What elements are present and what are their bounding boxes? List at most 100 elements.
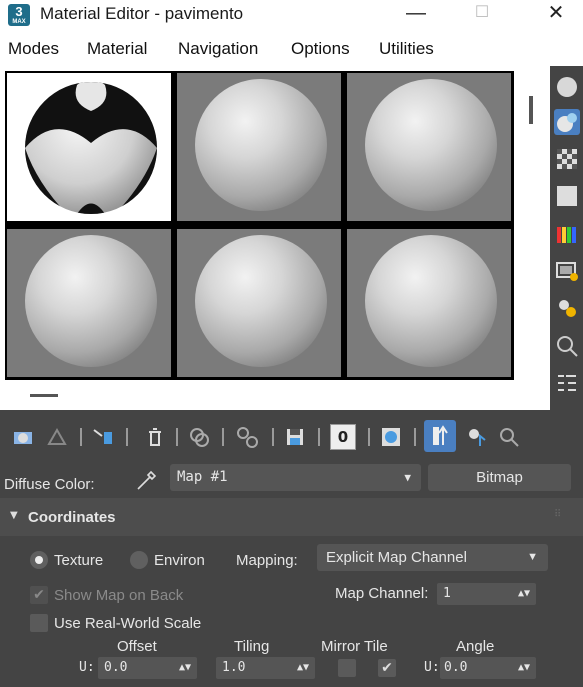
material-map-navigator-icon[interactable]	[554, 370, 580, 396]
sample-slot-6[interactable]	[347, 229, 511, 377]
u-angle-label: U:	[424, 660, 440, 675]
spinner-arrows-icon[interactable]: ▲▼	[179, 657, 191, 679]
sample-slot-4[interactable]	[7, 229, 171, 377]
vertical-scrollbar[interactable]	[518, 71, 544, 380]
video-color-check-icon[interactable]	[554, 221, 580, 247]
sphere-preview	[365, 79, 497, 211]
menu-modes[interactable]: Modes	[8, 39, 59, 59]
diffuse-map-dropdown[interactable]: Map #1 ▼	[170, 464, 421, 491]
go-forward-to-sibling-icon[interactable]	[498, 426, 519, 447]
sphere-preview	[365, 235, 497, 367]
scroll-thumb[interactable]	[30, 394, 58, 397]
tiling-header: Tiling	[234, 638, 270, 655]
material-toolbar: 0	[0, 410, 583, 464]
get-material-icon[interactable]	[12, 426, 32, 446]
menu-utilities[interactable]: Utilities	[379, 39, 434, 59]
environ-radio[interactable]	[130, 551, 148, 569]
environ-label: Environ	[154, 552, 205, 569]
toolbar-separator	[80, 428, 82, 446]
go-to-parent-icon[interactable]	[466, 426, 486, 446]
mapping-value: Explicit Map Channel	[326, 549, 467, 566]
scrollbar-corner	[519, 385, 543, 407]
sample-slot-5[interactable]	[177, 229, 341, 377]
sample-type-sphere-icon[interactable]	[554, 74, 580, 100]
angle-header: Angle	[456, 638, 495, 655]
put-material-to-scene-icon[interactable]	[46, 426, 67, 446]
menu-bar: Modes Material Navigation Options Utilit…	[0, 33, 583, 66]
make-preview-icon[interactable]	[554, 258, 580, 284]
minimize-button[interactable]: —	[393, 0, 439, 33]
u-tiling-spinner[interactable]: 1.0 ▲▼	[216, 657, 315, 679]
show-end-result-icon[interactable]	[424, 420, 456, 452]
toolbar-separator	[318, 428, 320, 446]
close-button[interactable]: ✕	[533, 0, 579, 33]
sample-slot-3[interactable]	[347, 73, 511, 221]
sphere-preview	[195, 79, 327, 211]
diffuse-map-value: Map #1	[177, 469, 228, 485]
map-channel-spinner[interactable]: 1 ▲▼	[437, 583, 536, 605]
mirror-tile-header: Mirror Tile	[321, 638, 388, 655]
side-toolbar	[550, 66, 583, 410]
u-tile-checkbox[interactable]: ✔	[378, 659, 396, 677]
make-material-copy-icon[interactable]	[188, 426, 209, 447]
checker-sphere-preview	[7, 73, 171, 221]
use-real-world-scale-label: Use Real-World Scale	[54, 615, 202, 632]
sphere-preview	[25, 235, 157, 367]
sample-slot-2[interactable]	[177, 73, 341, 221]
grip-icon: ⠿	[554, 509, 562, 520]
toolbar-separator	[176, 428, 178, 446]
put-to-library-icon[interactable]	[284, 426, 304, 446]
spinner-arrows-icon[interactable]: ▲▼	[518, 657, 530, 679]
sample-slot-1[interactable]	[7, 73, 171, 221]
delete-icon[interactable]	[144, 426, 164, 446]
make-unique-icon[interactable]	[236, 426, 258, 448]
offset-header: Offset	[117, 638, 157, 655]
collapse-arrow-icon: ▼	[10, 510, 18, 521]
spinner-arrows-icon[interactable]: ▲▼	[297, 657, 309, 679]
menu-material[interactable]: Material	[87, 39, 147, 59]
horizontal-scrollbar[interactable]	[5, 383, 514, 407]
menu-navigation[interactable]: Navigation	[178, 39, 258, 59]
show-map-on-back-checkbox[interactable]: ✔	[30, 586, 48, 604]
map-channel-label: Map Channel:	[335, 585, 429, 602]
backlight-icon[interactable]	[554, 109, 580, 135]
chevron-down-icon: ▼	[404, 471, 411, 484]
u-mirror-checkbox[interactable]	[338, 659, 356, 677]
window-title: Material Editor - pavimento	[40, 4, 244, 23]
menu-options[interactable]: Options	[291, 39, 350, 59]
toolbar-separator	[272, 428, 274, 446]
maximize-button[interactable]: ☐	[459, 0, 505, 33]
sample-slots-area	[0, 66, 550, 410]
texture-radio[interactable]	[30, 551, 48, 569]
scroll-thumb[interactable]	[529, 96, 533, 124]
mapping-label: Mapping:	[236, 552, 298, 569]
material-id-channel-button[interactable]: 0	[330, 424, 356, 450]
background-checker-icon[interactable]	[554, 146, 580, 172]
options-icon[interactable]	[554, 295, 580, 321]
u-offset-spinner[interactable]: 0.0 ▲▼	[98, 657, 197, 679]
eyedropper-icon[interactable]	[134, 469, 157, 491]
chevron-down-icon: ▼	[527, 551, 538, 563]
coordinates-rollout-header[interactable]: ▼ Coordinates ⠿	[0, 498, 583, 536]
map-type-button[interactable]: Bitmap	[428, 464, 571, 491]
spinner-arrows-icon[interactable]: ▲▼	[518, 583, 530, 605]
sphere-preview	[195, 235, 327, 367]
rollout-title: Coordinates	[28, 509, 116, 526]
u-angle-spinner[interactable]: 0.0 ▲▼	[440, 657, 536, 679]
use-real-world-scale-checkbox[interactable]	[30, 614, 48, 632]
title-bar: 3 MAX Material Editor - pavimento — ☐ ✕	[0, 0, 583, 33]
u-angle-value: 0.0	[444, 660, 468, 675]
u-offset-label: U:	[79, 660, 95, 675]
3ds-max-app-icon: 3 MAX	[8, 4, 30, 26]
show-map-on-back-label: Show Map on Back	[54, 587, 184, 604]
toolbar-separator	[222, 428, 224, 446]
map-channel-value: 1	[443, 586, 451, 601]
show-shaded-material-icon[interactable]	[380, 426, 400, 446]
toolbar-separator	[368, 428, 370, 446]
assign-material-to-selection-icon[interactable]	[92, 426, 112, 446]
select-by-material-icon[interactable]	[554, 333, 580, 359]
texture-label: Texture	[54, 552, 104, 569]
mapping-dropdown[interactable]: Explicit Map Channel ▼	[317, 544, 548, 571]
sample-uv-tiling-icon[interactable]	[554, 183, 580, 209]
u-offset-value: 0.0	[104, 660, 128, 675]
